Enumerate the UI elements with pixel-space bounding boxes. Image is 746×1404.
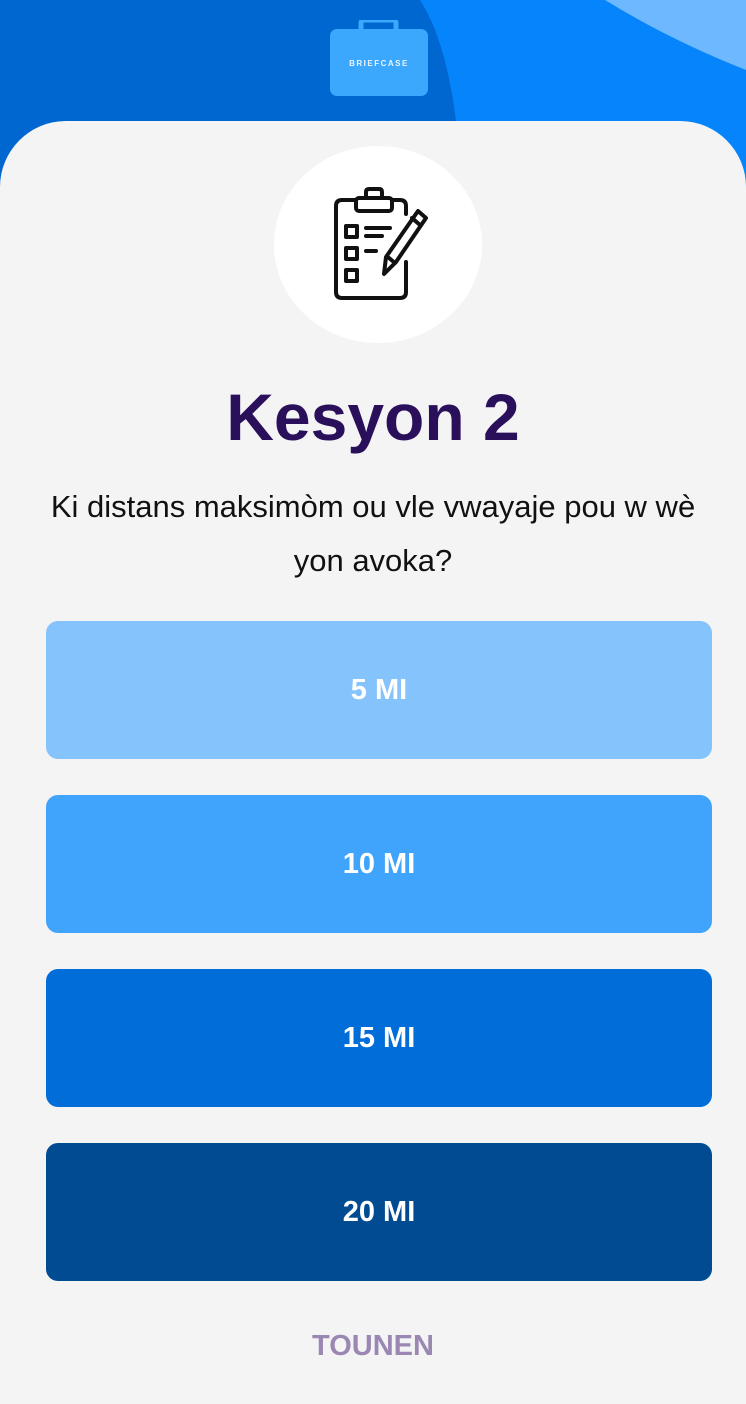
question-title: Kesyon 2 bbox=[226, 380, 520, 454]
answer-button-10-mi[interactable]: 10 MI bbox=[46, 795, 712, 933]
answer-button-5-mi[interactable]: 5 MI bbox=[46, 621, 712, 759]
question-text: Ki distans maksimòm ou vle vwayaje pou w… bbox=[50, 489, 696, 578]
logo-text: BRIEFCASE bbox=[349, 59, 409, 68]
back-button[interactable]: TOUNEN bbox=[0, 1322, 746, 1370]
briefcase-logo: BRIEFCASE bbox=[330, 20, 428, 96]
answer-button-20-mi[interactable]: 20 MI bbox=[46, 1143, 712, 1281]
answer-button-15-mi[interactable]: 15 MI bbox=[46, 969, 712, 1107]
clipboard-checklist-icon bbox=[274, 146, 482, 343]
quiz-screen: BRIEFCASE Kesyon 2 Ki distans maksimòm o… bbox=[0, 0, 746, 1404]
